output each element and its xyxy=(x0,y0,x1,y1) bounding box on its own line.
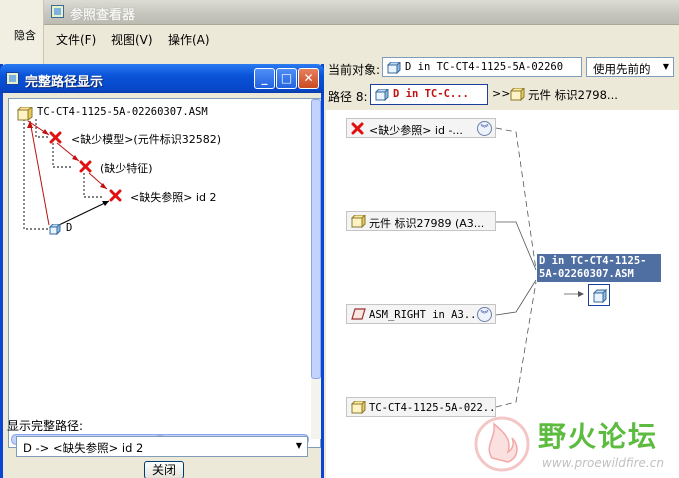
viewer-titlebar[interactable]: 参照查看器 xyxy=(44,0,679,25)
tree-missing-feature[interactable]: (缺少特征) xyxy=(100,160,153,176)
graph-node-label: 元件 标识27989 (A3... xyxy=(369,217,485,230)
use-previous-dropdown[interactable]: 使用先前的 ▼ xyxy=(586,57,674,77)
path-segment-current[interactable]: D in TC-C... xyxy=(370,84,488,105)
current-object-value: D in TC-CT4-1125-5A-02260 xyxy=(405,61,564,73)
maximize-button[interactable]: □ xyxy=(276,68,297,89)
full-path-value: D -> <缺失参照> id 2 xyxy=(23,441,144,455)
watermark-url: www.proewildfire.cn xyxy=(542,456,664,470)
tree-missing-ref[interactable]: <缺失参照> id 2 xyxy=(130,189,216,205)
menu-view[interactable]: 视图(V) xyxy=(111,31,153,48)
error-x-icon xyxy=(79,160,92,173)
datum-plane-icon xyxy=(351,308,366,320)
window-close-button[interactable]: ✕ xyxy=(298,68,319,89)
dialog-titlebar[interactable]: 完整路径显示 _ □ ✕ xyxy=(0,64,324,93)
expand-chevron-icon[interactable]: ︾ xyxy=(477,121,492,136)
viewer-title: 参照查看器 xyxy=(70,8,136,23)
full-path-dropdown[interactable]: D -> <缺失参照> id 2 ▼ xyxy=(16,436,308,457)
current-object-field[interactable]: D in TC-CT4-1125-5A-02260 xyxy=(382,57,582,77)
scrollbar-thumb[interactable] xyxy=(311,99,321,379)
show-full-path-label: 显示完整路径: xyxy=(7,419,84,433)
menubar: 文件(F) 视图(V) 操作(A) xyxy=(44,27,679,49)
component-icon xyxy=(510,88,525,101)
watermark-logo: 野火论坛 www.proewildfire.cn xyxy=(470,412,679,478)
part-icon xyxy=(375,89,389,101)
graph-node-label: ASM_RIGHT in A3... xyxy=(369,309,483,321)
graph-node-missing-ref[interactable]: <缺少参照> id -... xyxy=(346,118,496,138)
app-icon xyxy=(51,5,64,18)
graph-node-datum-plane[interactable]: ASM_RIGHT in A3... xyxy=(346,304,496,324)
background-label: 隐含 xyxy=(14,29,36,42)
expand-chevron-icon[interactable]: ︾ xyxy=(477,307,492,322)
path-tree-view[interactable]: TC-CT4-1125-5A-02260307.ASM <缺少模型>(元件标识3… xyxy=(8,98,321,448)
error-x-icon xyxy=(49,131,62,144)
use-previous-value: 使用先前的 xyxy=(593,62,651,76)
error-x-icon xyxy=(351,122,364,135)
graph-node-label: <缺少参照> id -... xyxy=(369,124,463,137)
menu-action[interactable]: 操作(A) xyxy=(168,31,210,48)
part-icon xyxy=(387,62,401,74)
part-icon xyxy=(592,288,608,304)
assembly-icon xyxy=(351,401,366,414)
watermark-title: 野火论坛 xyxy=(538,420,659,453)
path-segment-component[interactable]: 元件 标识2798... xyxy=(508,87,618,103)
part-icon xyxy=(49,224,61,235)
graph-target-label: D in TC-CT4-1125-5A-02260307.ASM xyxy=(537,254,661,282)
path-segment-current-label: D in TC-C... xyxy=(393,88,469,100)
current-object-bar: 当前对象: D in TC-CT4-1125-5A-02260 使用先前的 ▼ xyxy=(326,56,679,80)
assembly-icon xyxy=(17,107,33,121)
path-segment-component-label: 元件 标识2798... xyxy=(528,88,618,102)
chevron-down-icon: ▼ xyxy=(662,62,669,71)
tree-root-label[interactable]: TC-CT4-1125-5A-02260307.ASM xyxy=(37,106,208,118)
dialog-title: 完整路径显示 xyxy=(25,75,104,90)
tree-missing-model[interactable]: <缺少模型>(元件标识32582) xyxy=(71,131,221,147)
menu-file[interactable]: 文件(F) xyxy=(56,31,96,48)
close-button[interactable]: 关闭 xyxy=(144,461,184,478)
path-label: 路径 8: xyxy=(328,90,368,104)
graph-node-component[interactable]: 元件 标识27989 (A3... xyxy=(346,211,496,231)
tree-leaf-label[interactable]: D xyxy=(66,222,72,234)
app-icon xyxy=(6,72,19,85)
vertical-scrollbar[interactable] xyxy=(311,99,321,439)
chevron-down-icon: ▼ xyxy=(295,441,302,450)
graph-target-node[interactable] xyxy=(588,284,610,306)
full-path-dialog: 完整路径显示 _ □ ✕ TC-CT4-1125-5A-02260307.ASM… xyxy=(0,64,324,478)
minimize-button[interactable]: _ xyxy=(254,68,275,89)
flame-logo-icon xyxy=(474,416,530,472)
error-x-icon xyxy=(109,189,122,202)
component-icon xyxy=(351,215,366,228)
path-breadcrumb: 路径 8: D in TC-C... >> 元件 标识2798... xyxy=(326,84,679,106)
current-object-label: 当前对象: xyxy=(328,63,381,77)
